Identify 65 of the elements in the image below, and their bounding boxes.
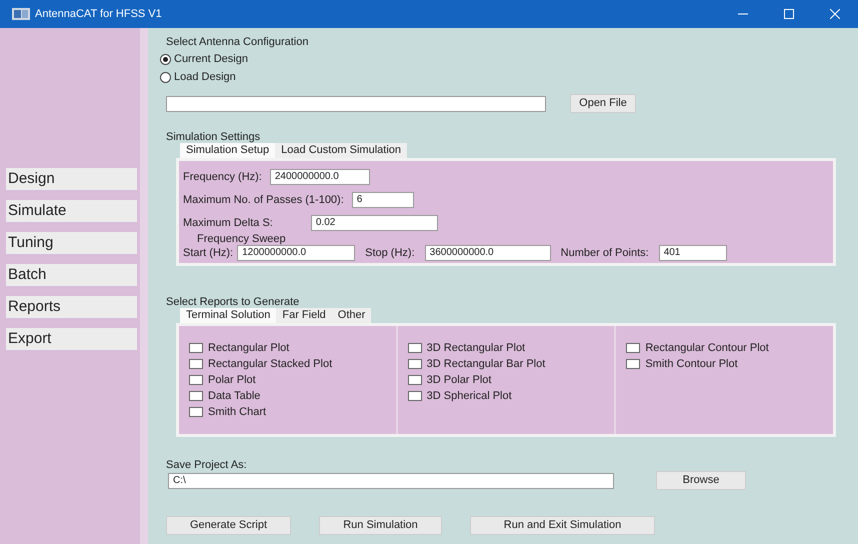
input-field[interactable]: 3600000000.0 [424, 245, 551, 261]
sidebar-item[interactable]: Design [6, 168, 137, 190]
checkbox[interactable] [189, 375, 203, 385]
field-label: Stop (Hz): [365, 247, 415, 259]
action-button[interactable]: Run and Exit Simulation [470, 516, 655, 535]
checkbox-label: Rectangular Plot [208, 342, 290, 354]
checkbox[interactable] [189, 359, 203, 369]
input-field[interactable]: 401 [658, 245, 727, 261]
tab[interactable]: Load Custom Simulation [275, 143, 408, 158]
field-label: Maximum No. of Passes (1-100): [183, 194, 344, 206]
checkbox-label: Rectangular Contour Plot [645, 342, 769, 354]
checkbox-label: Polar Plot [208, 374, 256, 386]
checkbox[interactable] [626, 359, 640, 369]
checkbox[interactable] [408, 375, 422, 385]
tab[interactable]: Simulation Setup [180, 143, 276, 158]
sidebar-item[interactable]: Tuning [6, 232, 137, 254]
project-path-field[interactable]: C:\ [168, 472, 614, 488]
action-button[interactable]: Run Simulation [319, 516, 442, 535]
checkbox-label: Rectangular Stacked Plot [208, 358, 332, 370]
app-icon [12, 8, 30, 20]
section-title: Simulation Settings [166, 131, 262, 143]
checkbox[interactable] [189, 343, 203, 353]
field-label: Start (Hz): [183, 247, 234, 259]
window-title: AntennaCAT for HFSS V1 [35, 8, 162, 20]
checkbox-label: Smith Contour Plot [645, 358, 738, 370]
checkbox-label: Smith Chart [208, 406, 266, 418]
checkbox[interactable] [189, 391, 203, 401]
input-field[interactable]: 0.02 [310, 214, 438, 230]
tab[interactable]: Other [332, 308, 372, 323]
section-title: Select Reports to Generate [166, 296, 300, 308]
checkbox-label: Data Table [208, 390, 260, 402]
field-label: Maximum Delta S: [183, 216, 273, 228]
checkbox[interactable] [626, 343, 640, 353]
browse-button[interactable]: Browse [656, 471, 746, 490]
checkbox[interactable] [189, 407, 203, 417]
checkbox[interactable] [408, 359, 422, 369]
section-title: Select Antenna Configuration [166, 36, 310, 50]
tab[interactable]: Terminal Solution [180, 308, 276, 323]
sidebar-item[interactable]: Reports [6, 296, 137, 318]
close-icon [830, 9, 840, 19]
input-field[interactable]: 2400000000.0 [270, 168, 370, 184]
checkbox-label: 3D Rectangular Bar Plot [426, 358, 546, 370]
sidebar-item[interactable]: Simulate [6, 200, 137, 222]
input-field[interactable]: 6 [352, 192, 414, 208]
sidebar-item[interactable]: Export [6, 328, 137, 350]
checkbox-label: 3D Polar Plot [426, 374, 492, 386]
input-field[interactable]: 1200000000.0 [237, 245, 356, 261]
radio-button[interactable] [160, 54, 171, 64]
file-path-field[interactable] [166, 96, 546, 112]
radio-button[interactable] [160, 72, 171, 82]
maximize-icon [784, 9, 794, 19]
checkbox-label: 3D Spherical Plot [426, 390, 512, 402]
field-label: Frequency (Hz): [183, 170, 262, 182]
group-title: Frequency Sweep [197, 234, 287, 245]
radio-label: Load Design [174, 71, 236, 83]
sidebar-item[interactable]: Batch [6, 264, 137, 286]
checkbox-label: 3D Rectangular Plot [426, 342, 526, 354]
field-label: Save Project As: [166, 459, 248, 471]
tab[interactable]: Far Field [276, 308, 332, 323]
radio-label: Current Design [174, 53, 248, 65]
checkbox[interactable] [408, 343, 422, 353]
field-label: Number of Points: [560, 247, 649, 259]
action-button[interactable]: Generate Script [166, 516, 291, 535]
open-file-button[interactable]: Open File [570, 94, 636, 113]
checkbox[interactable] [408, 391, 422, 401]
